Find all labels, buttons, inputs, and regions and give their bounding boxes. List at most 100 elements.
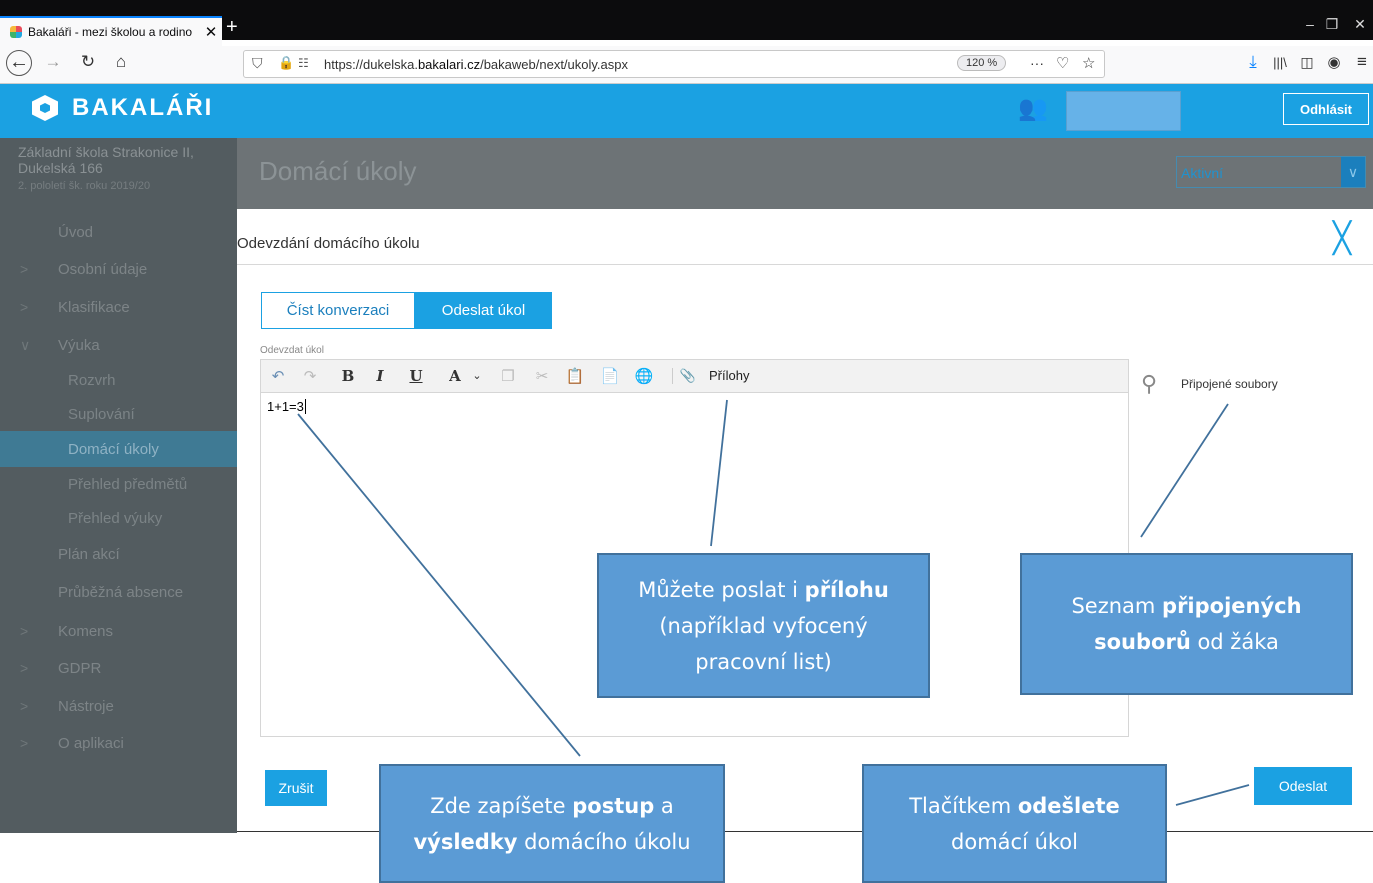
chevron-down-icon: ∨ — [20, 336, 31, 353]
underline-icon[interactable]: U — [405, 367, 427, 385]
callout-text: Můžete poslat i — [638, 577, 805, 602]
sidebar-item-label: Přehled předmětů — [68, 475, 188, 493]
attachments-button[interactable]: Přílohy — [709, 368, 749, 383]
callout-procedure: Zde zapíšete postup a výsledky domácího … — [379, 764, 725, 883]
new-tab-button[interactable]: + — [226, 16, 238, 39]
menu-icon[interactable]: ≡ — [1349, 52, 1373, 72]
sidebar-item[interactable]: Plán akcí — [0, 536, 237, 572]
sidebar-item[interactable]: Suplování — [0, 396, 237, 432]
callout-send-line1: Tlačítkem odešlete — [864, 788, 1165, 824]
sidebar-item[interactable]: > O aplikaci — [0, 725, 237, 761]
logout-button[interactable]: Odhlásit — [1283, 93, 1369, 125]
sidebar-item[interactable]: Přehled výuky — [0, 500, 237, 536]
editor-toolbar: ↶ ↷ B I U A ⌄ ❐ ✂ 📋 📄 🌐 📎 Přílohy — [260, 359, 1129, 393]
user-name-box[interactable] — [1066, 91, 1181, 131]
link-globe-icon[interactable]: 🌐 — [633, 367, 655, 385]
more-icon[interactable]: ··· — [1030, 55, 1044, 71]
callout-attachment-line1: Můžete poslat i přílohu — [599, 572, 928, 608]
sidebar-item-label: Osobní údaje — [58, 260, 148, 278]
forward-icon[interactable]: → — [40, 52, 66, 72]
school-name-line2: Dukelská 166 — [18, 160, 103, 176]
callout-text: Seznam — [1071, 594, 1163, 618]
app-header: BAKALÁŘI 👥 Odhlásit — [0, 84, 1373, 138]
text-cursor — [304, 399, 306, 414]
status-filter-select[interactable]: Aktivní ∨ — [1176, 156, 1366, 188]
download-icon[interactable]: ⤓ — [1240, 52, 1266, 72]
tab-send-homework[interactable]: Odeslat úkol — [415, 292, 552, 329]
bold-icon[interactable]: B — [337, 367, 359, 385]
sidebar-item[interactable]: > Komens — [0, 613, 237, 649]
zoom-indicator[interactable]: 120 % — [957, 55, 1007, 71]
brand-logo[interactable]: BAKALÁŘI — [32, 94, 213, 122]
back-icon[interactable]: ← — [6, 50, 32, 76]
sidebar-icon[interactable]: ◫ — [1294, 54, 1320, 71]
callout-bold: postup — [572, 793, 655, 818]
modal-divider — [237, 264, 1373, 265]
library-icon[interactable]: |||\ — [1267, 55, 1293, 70]
paste-icon[interactable]: 📋 — [564, 367, 586, 385]
url-prefix: https://dukelska. — [324, 57, 418, 72]
chevron-down-icon[interactable]: ∨ — [1341, 157, 1365, 187]
callout-text: Zde zapíšete — [430, 793, 573, 818]
home-icon[interactable]: ⌂ — [108, 52, 134, 72]
cut-icon[interactable]: ✂ — [531, 367, 553, 385]
callout-files-text: Seznam připojených souborů od žáka — [1022, 588, 1351, 660]
sidebar-item[interactable]: > Nástroje — [0, 688, 237, 724]
url-domain: bakalari.cz — [417, 57, 481, 72]
sidebar-item[interactable]: > GDPR — [0, 650, 237, 686]
close-window-button[interactable]: ✕ — [1340, 16, 1373, 33]
undo-icon[interactable]: ↶ — [267, 367, 289, 385]
callout-procedure-line1: Zde zapíšete postup a — [381, 788, 723, 824]
font-color-icon[interactable]: A — [444, 367, 466, 385]
reload-icon[interactable]: ↻ — [75, 52, 101, 72]
paste-word-icon[interactable]: 📄 — [599, 367, 621, 385]
callout-files: Seznam připojených souborů od žáka — [1020, 553, 1353, 695]
sidebar-item[interactable]: Domácí úkoly — [0, 431, 237, 467]
callout-bold: výsledky — [413, 829, 518, 854]
callout-send-line2: domácí úkol — [951, 829, 1078, 854]
sidebar-item[interactable]: Úvod — [0, 214, 237, 250]
sidebar-item[interactable]: Rozvrh — [0, 362, 237, 398]
pocket-icon[interactable]: ♡ — [1056, 54, 1069, 72]
close-icon[interactable]: ╳ — [1333, 221, 1351, 256]
brand-name: BAKALÁŘI — [72, 94, 214, 121]
sidebar-item-label: GDPR — [58, 659, 102, 677]
bakalari-favicon-icon — [10, 26, 22, 38]
callout-text: domácího úkolu — [517, 829, 691, 854]
sidebar-item-label: Klasifikace — [58, 298, 130, 316]
sidebar-item[interactable]: ∨ Výuka — [0, 327, 237, 363]
browser-tab[interactable]: Bakaláři - mezi školou a rodino ✕ — [0, 16, 222, 46]
users-icon[interactable]: 👥 — [1018, 94, 1048, 123]
paperclip-icon[interactable]: 📎 — [672, 368, 699, 384]
url-bar[interactable]: ⛉ 🔒 ☷ https://dukelska.bakalari.cz/bakaw… — [243, 50, 1105, 78]
url-text: https://dukelska.bakalari.cz/bakaweb/nex… — [324, 57, 628, 72]
school-term: 2. pololetí šk. roku 2019/20 — [18, 180, 151, 192]
callout-attachment-line2: (například vyfocený pracovní list) — [659, 613, 868, 674]
sidebar-item-label: Průběžná absence — [58, 583, 184, 601]
sidebar-item[interactable]: > Klasifikace — [0, 289, 237, 325]
account-icon[interactable]: ◉ — [1321, 53, 1347, 71]
copy-icon[interactable]: ❐ — [497, 367, 519, 385]
sidebar-item[interactable]: Přehled předmětů — [0, 466, 237, 502]
lock-icon[interactable]: 🔒 — [278, 55, 294, 71]
callout-bold: odešlete — [1017, 793, 1120, 818]
shield-icon[interactable]: ⛉ — [252, 55, 263, 72]
italic-icon[interactable]: I — [369, 367, 391, 385]
chevron-right-icon: > — [20, 623, 29, 639]
cancel-button[interactable]: Zrušit — [265, 770, 327, 806]
tab-read-conversation[interactable]: Číst konverzaci — [261, 292, 415, 329]
sidebar-item-label: Přehled výuky — [68, 509, 163, 527]
chevron-down-icon[interactable]: ⌄ — [466, 369, 488, 382]
sidebar-item-label: Nástroje — [58, 697, 114, 715]
send-button[interactable]: Odeslat — [1254, 767, 1352, 805]
redo-icon[interactable]: ↷ — [299, 367, 321, 385]
permissions-icon[interactable]: ☷ — [298, 56, 309, 70]
callout-text: a — [654, 793, 674, 818]
callout-text: od žáka — [1190, 630, 1279, 654]
sidebar-item[interactable]: Průběžná absence — [0, 574, 237, 610]
editor-label: Odevzdat úkol — [260, 345, 324, 356]
bookmark-star-icon[interactable]: ☆ — [1082, 54, 1095, 72]
modal-title: Odevzdání domácího úkolu — [237, 235, 420, 252]
sidebar-item[interactable]: > Osobní údaje — [0, 251, 237, 287]
tab-close-icon[interactable]: ✕ — [200, 23, 222, 41]
